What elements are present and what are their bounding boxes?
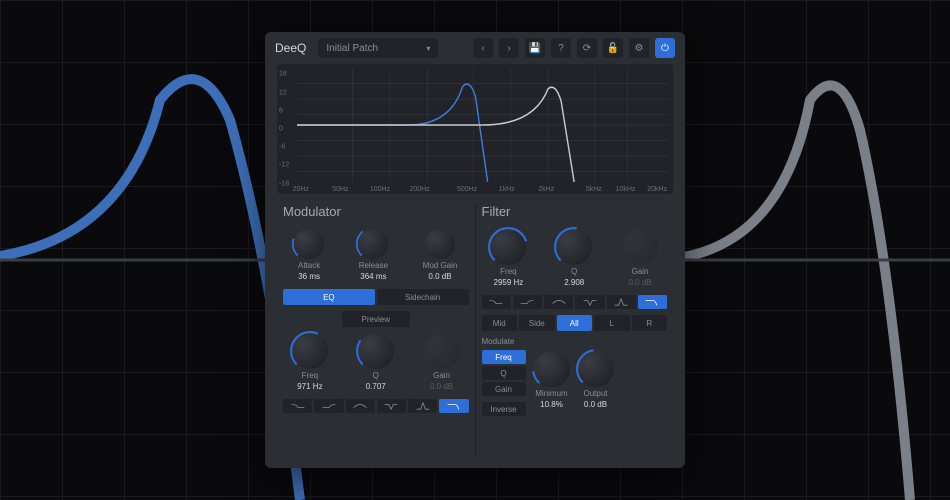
- preset-selector[interactable]: Initial Patch ▾: [318, 38, 438, 58]
- filter-freq-label: Freq: [500, 267, 516, 276]
- modulate-gain-button[interactable]: Gain: [482, 382, 526, 396]
- modulator-panel: Modulator Attack 36 ms Release 364 ms Mo…: [277, 204, 476, 456]
- modgain-label: Mod Gain: [423, 261, 458, 270]
- filter2-type-bandpass-icon[interactable]: [607, 295, 636, 309]
- minimum-label: Minimum: [535, 389, 567, 398]
- filter2-type-highshelf-icon[interactable]: [513, 295, 542, 309]
- filter-type-notch-icon[interactable]: [377, 399, 406, 413]
- save-button[interactable]: 💾: [525, 38, 545, 58]
- release-label: Release: [359, 261, 388, 270]
- topbar: DeeQ Initial Patch ▾ ‹ › 💾 ? ⟳ 🔓 ⚙ ⏻: [265, 32, 685, 64]
- chevron-down-icon: ▾: [426, 44, 430, 53]
- filter-q-label: Q: [571, 267, 577, 276]
- filter-type-highshelf-icon[interactable]: [314, 399, 343, 413]
- filter-gain-value: 0.0 dB: [628, 278, 651, 287]
- mod-gain-label: Gain: [433, 371, 450, 380]
- minimum-knob[interactable]: [534, 351, 570, 387]
- attack-label: Attack: [298, 261, 320, 270]
- filter2-type-notch-icon[interactable]: [575, 295, 604, 309]
- filter-title: Filter: [476, 204, 674, 229]
- app-title: DeeQ: [275, 41, 306, 55]
- x-tick: 20Hz: [293, 186, 309, 193]
- mod-freq-label: Freq: [302, 371, 318, 380]
- x-tick: 200Hz: [409, 186, 429, 193]
- mod-q-label: Q: [373, 371, 379, 380]
- release-knob[interactable]: [358, 229, 388, 259]
- modgain-knob[interactable]: [425, 229, 455, 259]
- power-button[interactable]: ⏻: [655, 38, 675, 58]
- y-tick: 0: [279, 126, 283, 133]
- filter-freq-knob[interactable]: [490, 229, 526, 265]
- x-tick: 5kHz: [586, 186, 602, 193]
- x-tick: 1kHz: [499, 186, 515, 193]
- eq-graph[interactable]: 18 12 6 0 -6 -12 -18 20Hz 50Hz 100Hz 200…: [277, 64, 673, 194]
- eq-tab[interactable]: EQ: [283, 289, 375, 305]
- filter-type-bell-icon[interactable]: [346, 399, 375, 413]
- mod-q-value: 0.707: [366, 382, 386, 391]
- next-preset-button[interactable]: ›: [499, 38, 519, 58]
- help-button[interactable]: ?: [551, 38, 571, 58]
- filter2-type-lowpass-icon[interactable]: [638, 295, 667, 309]
- channel-r-button[interactable]: R: [632, 315, 668, 331]
- filter-panel: Filter Freq 2959 Hz Q 2.908 Gain 0.0 dB …: [476, 204, 674, 456]
- preset-name: Initial Patch: [326, 43, 378, 54]
- filter-q-knob[interactable]: [556, 229, 592, 265]
- modulate-q-button[interactable]: Q: [482, 366, 526, 380]
- filter-gain-knob: [622, 229, 658, 265]
- filter-type-lowshelf-icon[interactable]: [283, 399, 312, 413]
- attack-value: 36 ms: [298, 272, 320, 281]
- prev-preset-button[interactable]: ‹: [473, 38, 493, 58]
- inverse-button[interactable]: Inverse: [482, 402, 526, 416]
- y-tick: -6: [279, 144, 285, 151]
- x-tick: 10kHz: [616, 186, 636, 193]
- plugin-window: DeeQ Initial Patch ▾ ‹ › 💾 ? ⟳ 🔓 ⚙ ⏻ 18 …: [265, 32, 685, 468]
- x-tick: 500Hz: [457, 186, 477, 193]
- output-value: 0.0 dB: [584, 400, 607, 409]
- minimum-value: 10.8%: [540, 400, 563, 409]
- refresh-button[interactable]: ⟳: [577, 38, 597, 58]
- output-knob[interactable]: [578, 351, 614, 387]
- preview-button[interactable]: Preview: [342, 311, 410, 327]
- y-tick: -18: [279, 180, 289, 187]
- filter-freq-value: 2959 Hz: [494, 278, 524, 287]
- filter-type-bandpass-icon[interactable]: [408, 399, 437, 413]
- channel-mid-button[interactable]: Mid: [482, 315, 518, 331]
- release-value: 364 ms: [360, 272, 386, 281]
- channel-l-button[interactable]: L: [594, 315, 630, 331]
- x-tick: 20kHz: [647, 186, 667, 193]
- y-tick: -12: [279, 162, 289, 169]
- x-tick: 100Hz: [370, 186, 390, 193]
- sidechain-tab[interactable]: Sidechain: [377, 289, 469, 305]
- channel-all-button[interactable]: All: [557, 315, 593, 331]
- modulate-label: Modulate: [482, 337, 526, 346]
- filter2-type-bell-icon[interactable]: [544, 295, 573, 309]
- modgain-value: 0.0 dB: [428, 272, 451, 281]
- x-tick: 2kHz: [538, 186, 554, 193]
- mod-q-knob[interactable]: [358, 333, 394, 369]
- filter2-type-lowshelf-icon[interactable]: [482, 295, 511, 309]
- filter-gain-label: Gain: [632, 267, 649, 276]
- channel-side-button[interactable]: Side: [519, 315, 555, 331]
- filter-type-lowpass-icon[interactable]: [439, 399, 468, 413]
- y-tick: 18: [279, 71, 287, 78]
- modulator-title: Modulator: [277, 204, 475, 229]
- filter-q-value: 2.908: [564, 278, 584, 287]
- lock-button[interactable]: 🔓: [603, 38, 623, 58]
- mod-gain-value: 0.0 dB: [430, 382, 453, 391]
- attack-knob[interactable]: [294, 229, 324, 259]
- mod-freq-value: 971 Hz: [297, 382, 322, 391]
- modulate-freq-button[interactable]: Freq: [482, 350, 526, 364]
- output-label: Output: [583, 389, 607, 398]
- mod-gain-knob: [424, 333, 460, 369]
- y-tick: 12: [279, 89, 287, 96]
- x-tick: 50Hz: [332, 186, 348, 193]
- mod-freq-knob[interactable]: [292, 333, 328, 369]
- y-tick: 6: [279, 107, 283, 114]
- settings-button[interactable]: ⚙: [629, 38, 649, 58]
